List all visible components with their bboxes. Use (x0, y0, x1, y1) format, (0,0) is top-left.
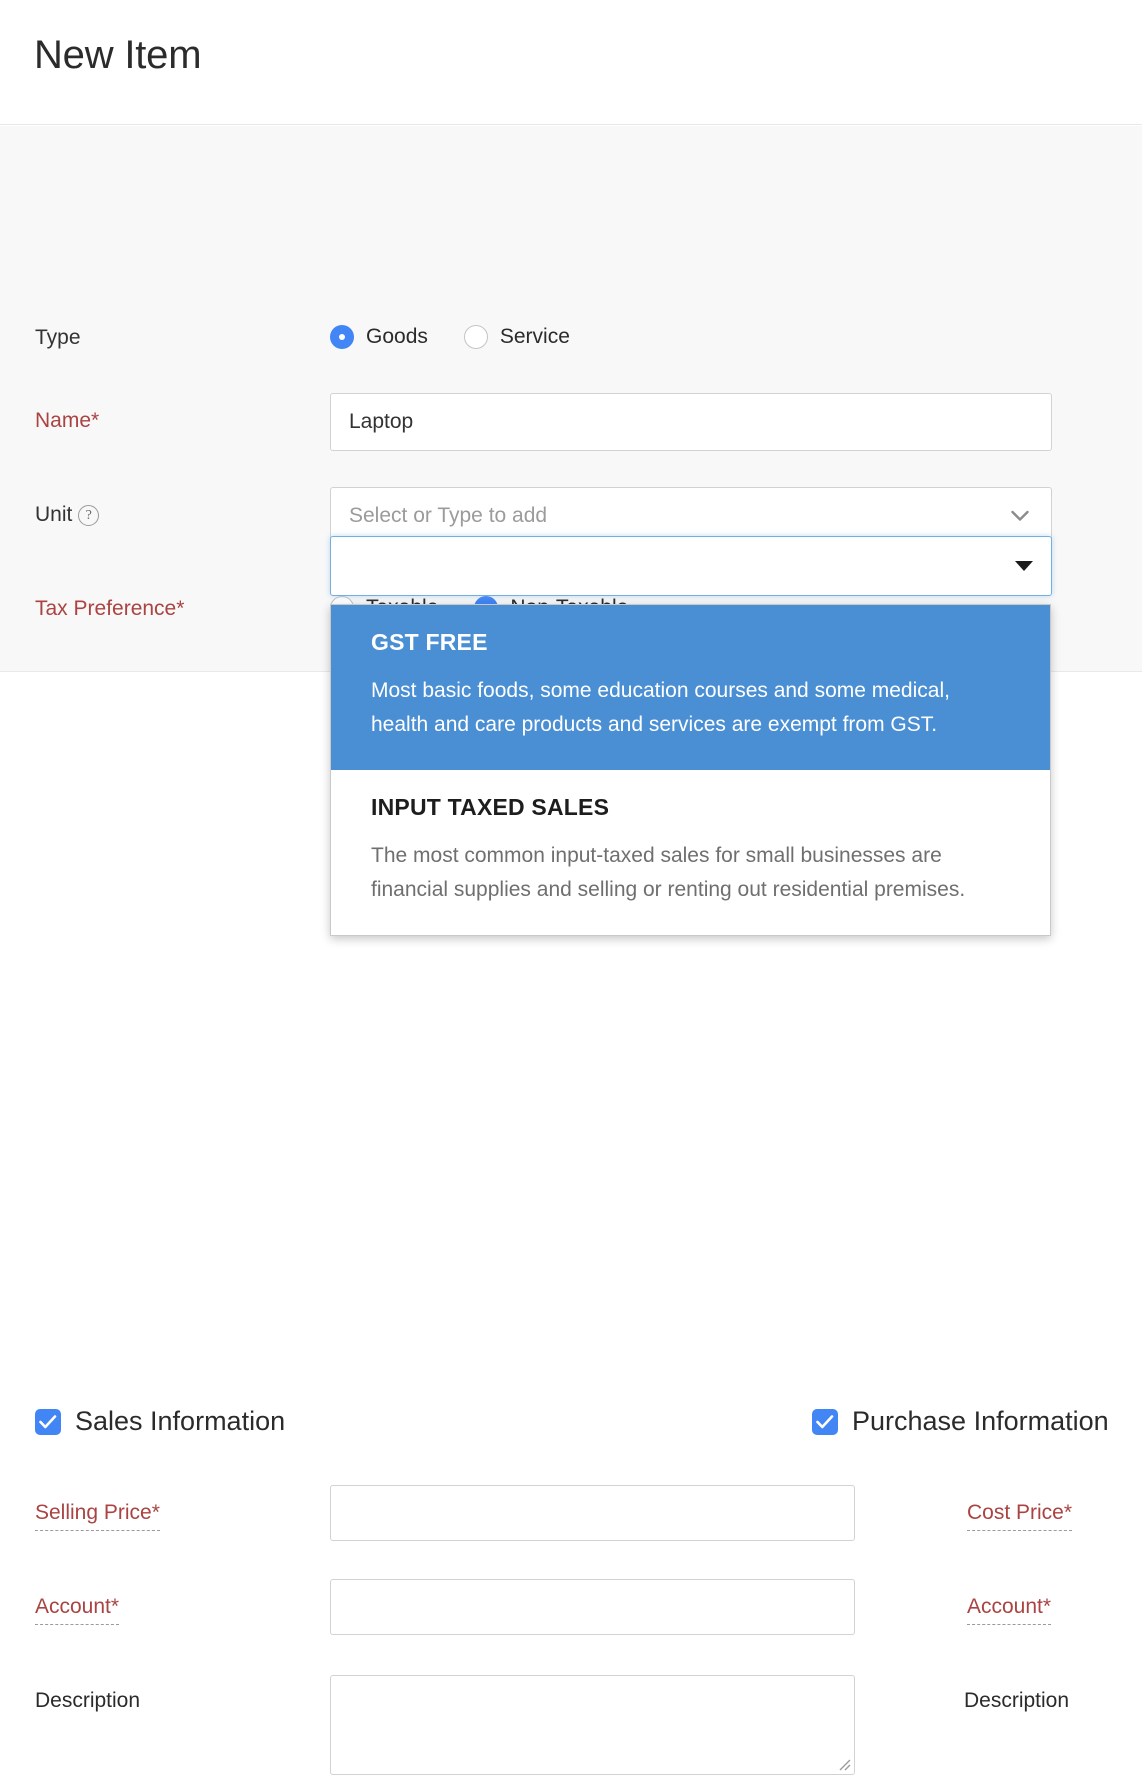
purchase-information-header[interactable]: Purchase Information (812, 1406, 1109, 1437)
purchase-account-required-star: * (1043, 1595, 1051, 1618)
sales-account-label-text: Account (35, 1595, 111, 1618)
type-radio-group[interactable]: Goods Service (330, 325, 606, 349)
radio-selected-icon (330, 325, 354, 349)
tax-preference-label-text: Tax Preference (35, 597, 176, 620)
cost-price-label: Cost Price* (967, 1501, 1072, 1531)
dropdown-option-description: The most common input-taxed sales for sm… (371, 839, 1010, 907)
selling-price-input[interactable] (330, 1485, 855, 1541)
dropdown-option-title: INPUT TAXED SALES (371, 794, 1010, 821)
resize-grip-icon[interactable] (837, 1757, 851, 1771)
selling-price-label-text: Selling Price (35, 1501, 152, 1524)
dropdown-option-title: GST FREE (371, 629, 1010, 656)
dropdown-option-gst-free[interactable]: GST FREE Most basic foods, some educatio… (331, 605, 1050, 770)
cost-price-required-star: * (1064, 1501, 1072, 1524)
type-radio-service[interactable]: Service (464, 325, 570, 349)
sales-information-title: Sales Information (75, 1406, 285, 1437)
name-label-text: Name (35, 409, 91, 432)
radio-unselected-icon (464, 325, 488, 349)
sales-account-required-star: * (111, 1595, 119, 1618)
tax-preference-required-star: * (176, 597, 184, 620)
tax-preference-label: Tax Preference* (35, 597, 184, 621)
chevron-down-icon (1011, 511, 1029, 522)
unit-label: Unit ? (35, 503, 99, 527)
unit-label-text: Unit (35, 503, 72, 526)
caret-down-icon (1015, 561, 1033, 571)
sales-description-textarea[interactable] (330, 1675, 855, 1775)
exemption-reason-select[interactable] (330, 536, 1052, 596)
type-radio-goods-label: Goods (366, 325, 428, 349)
page-title: New Item (34, 33, 201, 78)
exemption-reason-dropdown[interactable]: GST FREE Most basic foods, some educatio… (330, 604, 1051, 936)
selling-price-required-star: * (152, 1501, 160, 1524)
sales-information-header[interactable]: Sales Information (35, 1406, 285, 1437)
cost-price-label-text: Cost Price (967, 1501, 1064, 1524)
sales-account-label: Account* (35, 1595, 119, 1625)
page-header: New Item (0, 0, 1142, 125)
type-label: Type (35, 326, 81, 350)
purchase-information-title: Purchase Information (852, 1406, 1109, 1437)
purchase-account-label: Account* (967, 1595, 1051, 1625)
name-input-value: Laptop (349, 410, 413, 433)
purchase-description-label: Description (964, 1689, 1069, 1713)
check-icon (816, 1414, 834, 1430)
dropdown-option-description: Most basic foods, some education courses… (371, 674, 1010, 742)
name-label: Name* (35, 409, 99, 433)
dropdown-option-input-taxed-sales[interactable]: INPUT TAXED SALES The most common input-… (331, 770, 1050, 935)
purchase-account-label-text: Account (967, 1595, 1043, 1618)
name-required-star: * (91, 409, 99, 432)
check-icon (39, 1414, 57, 1430)
purchase-information-checkbox[interactable] (812, 1409, 838, 1435)
sales-description-label: Description (35, 1689, 140, 1713)
sales-information-checkbox[interactable] (35, 1409, 61, 1435)
type-radio-service-label: Service (500, 325, 570, 349)
name-input[interactable]: Laptop (330, 393, 1052, 451)
sales-account-select[interactable] (330, 1579, 855, 1635)
type-radio-goods[interactable]: Goods (330, 325, 428, 349)
help-icon[interactable]: ? (78, 505, 99, 526)
unit-select-placeholder: Select or Type to add (349, 504, 547, 527)
selling-price-label: Selling Price* (35, 1501, 160, 1531)
